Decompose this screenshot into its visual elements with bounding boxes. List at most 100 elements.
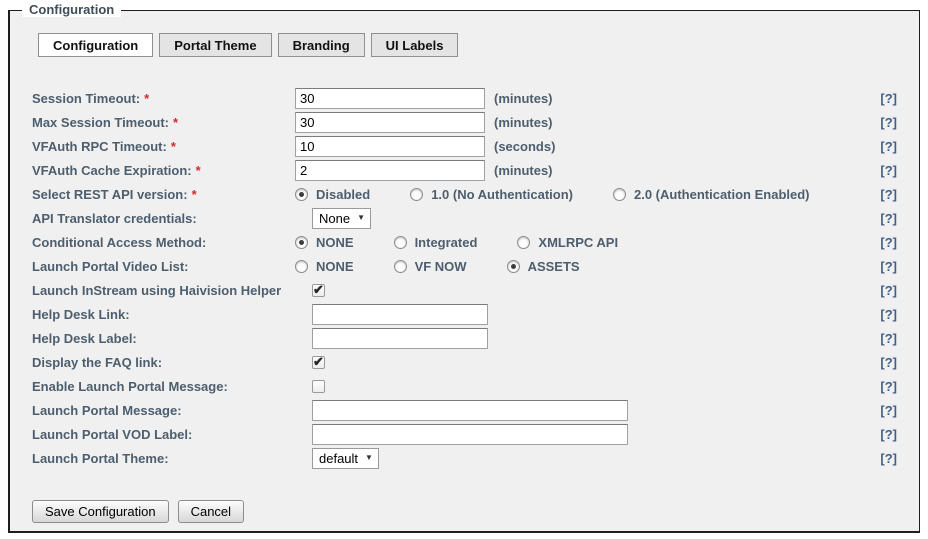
unit-label: (seconds) [494, 139, 555, 154]
help-link[interactable]: [?] [880, 139, 897, 154]
radio-option-none[interactable]: NONE [295, 235, 354, 250]
radio-icon[interactable] [613, 188, 626, 201]
session-timeout-input[interactable] [295, 88, 485, 109]
field-label: Select REST API version:* [32, 187, 295, 202]
field-label: Enable Launch Portal Message: [32, 379, 312, 394]
field-label-text: Launch Portal Message: [32, 403, 182, 418]
radio-option-xmlrpc-api[interactable]: XMLRPC API [517, 235, 618, 250]
required-marker: * [144, 91, 149, 106]
row-launch-portal-message: Launch Portal Message: [?] [32, 398, 897, 422]
radio-icon[interactable] [410, 188, 423, 201]
help-link[interactable]: [?] [880, 235, 897, 250]
max-session-timeout-input[interactable] [295, 112, 485, 133]
row-rest-api-version: Select REST API version:* Disabled 1.0 (… [32, 182, 897, 206]
vfauth-cache-expiration-input[interactable] [295, 160, 485, 181]
dropdown-arrow-icon: ▼ [357, 214, 365, 222]
help-link[interactable]: [?] [880, 283, 897, 298]
radio-option-vf-now[interactable]: VF NOW [394, 259, 467, 274]
launch-portal-message-input[interactable] [312, 400, 628, 421]
row-session-timeout: Session Timeout:* (minutes) [?] [32, 86, 897, 110]
help-link[interactable]: [?] [880, 379, 897, 394]
launch-instream-checkbox[interactable] [312, 284, 325, 297]
select-value: default [319, 451, 358, 466]
field-label-text: VFAuth Cache Expiration: [32, 163, 192, 178]
help-link[interactable]: [?] [880, 355, 897, 370]
radio-icon[interactable] [394, 236, 407, 249]
launch-portal-vod-label-input[interactable] [312, 424, 628, 445]
radio-icon[interactable] [295, 188, 308, 201]
help-link[interactable]: [?] [880, 259, 897, 274]
help-link[interactable]: [?] [880, 427, 897, 442]
radio-label: 2.0 (Authentication Enabled) [634, 187, 810, 202]
help-link[interactable]: [?] [880, 331, 897, 346]
tab-bar: Configuration Portal Theme Branding UI L… [38, 33, 919, 57]
radio-icon[interactable] [295, 236, 308, 249]
required-marker: * [173, 115, 178, 130]
row-help-desk-label: Help Desk Label: [?] [32, 326, 897, 350]
field-label: Display the FAQ link: [32, 355, 312, 370]
row-launch-portal-video-list: Launch Portal Video List: NONE VF NOW AS… [32, 254, 897, 278]
field-label-text: Display the FAQ link: [32, 355, 162, 370]
help-link[interactable]: [?] [880, 91, 897, 106]
field-label: Help Desk Link: [32, 307, 312, 322]
help-link[interactable]: [?] [880, 163, 897, 178]
help-desk-label-input[interactable] [312, 328, 488, 349]
tab-ui-labels[interactable]: UI Labels [371, 33, 459, 57]
radio-option-disabled[interactable]: Disabled [295, 187, 370, 202]
radio-option-1-0[interactable]: 1.0 (No Authentication) [410, 187, 573, 202]
tab-portal-theme[interactable]: Portal Theme [159, 33, 271, 57]
radio-label: VF NOW [415, 259, 467, 274]
field-label: Launch InStream using Haivision Helper [32, 283, 312, 298]
row-vfauth-cache-expiration: VFAuth Cache Expiration: * (minutes) [?] [32, 158, 897, 182]
field-label: Launch Portal Theme: [32, 451, 312, 466]
help-link[interactable]: [?] [880, 307, 897, 322]
radio-icon[interactable] [507, 260, 520, 273]
radio-label: XMLRPC API [538, 235, 618, 250]
radio-label: NONE [316, 235, 354, 250]
field-label-text: Conditional Access Method: [32, 235, 206, 250]
row-launch-instream: Launch InStream using Haivision Helper [… [32, 278, 897, 302]
dropdown-arrow-icon: ▼ [365, 454, 373, 462]
unit-label: (minutes) [494, 163, 553, 178]
help-link[interactable]: [?] [880, 211, 897, 226]
help-desk-link-input[interactable] [312, 304, 488, 325]
save-configuration-button[interactable]: Save Configuration [32, 500, 169, 523]
row-api-translator-credentials: API Translator credentials: None ▼ [?] [32, 206, 897, 230]
row-max-session-timeout: Max Session Timeout:* (minutes) [?] [32, 110, 897, 134]
required-marker: * [171, 139, 176, 154]
row-vfauth-rpc-timeout: VFAuth RPC Timeout:* (seconds) [?] [32, 134, 897, 158]
help-link[interactable]: [?] [880, 115, 897, 130]
radio-label: Disabled [316, 187, 370, 202]
configuration-fieldset: Configuration Configuration Portal Theme… [8, 10, 920, 533]
radio-icon[interactable] [517, 236, 530, 249]
radio-icon[interactable] [295, 260, 308, 273]
radio-option-none[interactable]: NONE [295, 259, 354, 274]
field-label-text: Launch Portal Video List: [32, 259, 189, 274]
cancel-button[interactable]: Cancel [178, 500, 244, 523]
radio-option-2-0[interactable]: 2.0 (Authentication Enabled) [613, 187, 810, 202]
field-label: Help Desk Label: [32, 331, 312, 346]
help-link[interactable]: [?] [880, 403, 897, 418]
unit-label: (minutes) [494, 91, 553, 106]
field-label: Launch Portal VOD Label: [32, 427, 312, 442]
field-label: Max Session Timeout:* [32, 115, 295, 130]
api-translator-credentials-select[interactable]: None ▼ [312, 208, 371, 229]
field-label-text: Launch Portal Theme: [32, 451, 169, 466]
tab-configuration[interactable]: Configuration [38, 33, 153, 57]
display-faq-checkbox[interactable] [312, 356, 325, 369]
radio-option-integrated[interactable]: Integrated [394, 235, 478, 250]
select-value: None [319, 211, 350, 226]
required-marker: * [196, 163, 201, 178]
radio-option-assets[interactable]: ASSETS [507, 259, 580, 274]
field-label: VFAuth RPC Timeout:* [32, 139, 295, 154]
fieldset-legend: Configuration [22, 2, 121, 17]
enable-launch-portal-message-checkbox[interactable] [312, 380, 325, 393]
help-link[interactable]: [?] [880, 451, 897, 466]
tab-branding[interactable]: Branding [278, 33, 365, 57]
vfauth-rpc-timeout-input[interactable] [295, 136, 485, 157]
help-link[interactable]: [?] [880, 187, 897, 202]
unit-label: (minutes) [494, 115, 553, 130]
launch-portal-theme-select[interactable]: default ▼ [312, 448, 379, 469]
row-enable-launch-portal-message: Enable Launch Portal Message: [?] [32, 374, 897, 398]
radio-icon[interactable] [394, 260, 407, 273]
